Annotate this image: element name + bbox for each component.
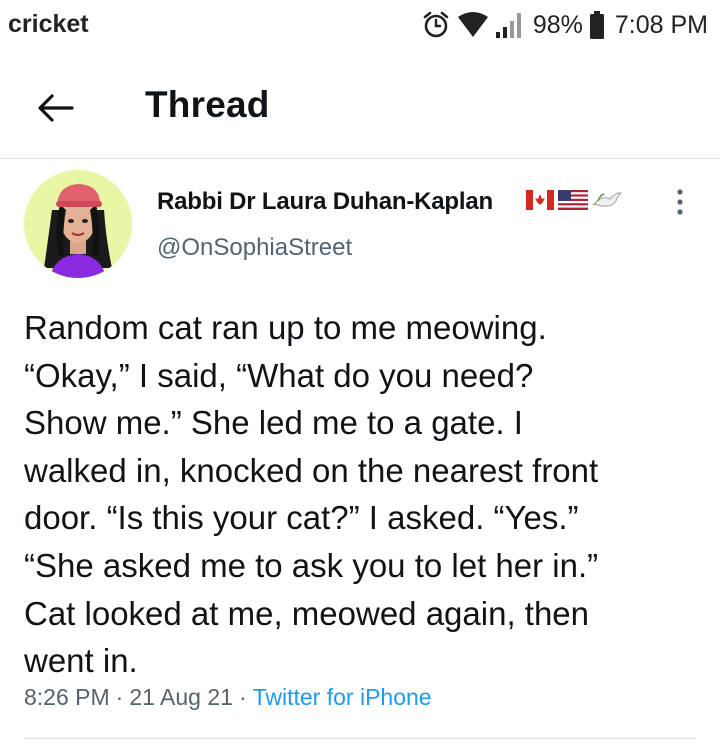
author-name[interactable]: Rabbi Dr Laura Duhan-Kaplan (157, 188, 493, 216)
dove-icon (592, 189, 623, 216)
signal-icon (495, 10, 525, 40)
tweet-text: Random cat ran up to me meowing. “Okay,”… (24, 309, 599, 680)
carrier-label: cricket (8, 10, 89, 38)
thread-header: Thread (0, 62, 720, 159)
canada-flag-icon (526, 189, 554, 215)
more-options-icon[interactable] (672, 188, 688, 218)
status-time: 7:08 PM (614, 10, 708, 39)
usa-flag-icon (558, 189, 588, 215)
author-handle[interactable]: @OnSophiaStreet (157, 234, 352, 262)
tweet-date: 21 Aug 21 (129, 684, 233, 710)
meta-separator: · (115, 684, 124, 710)
tweet-meta: 8:26 PM · 21 Aug 21 · Twitter for iPhone (24, 684, 432, 711)
status-bar: cricket 98% 7:08 PM (0, 0, 720, 50)
arrow-left-icon[interactable] (36, 88, 76, 128)
name-emojis (526, 189, 623, 216)
tweet-source-link[interactable]: Twitter for iPhone (253, 684, 432, 711)
status-icons: 98% 7:08 PM (421, 6, 708, 44)
alarm-icon (421, 10, 451, 40)
battery-icon (589, 10, 605, 40)
meta-separator: · (238, 684, 247, 710)
tweet-time: 8:26 PM (24, 684, 110, 710)
divider (24, 738, 696, 739)
wifi-icon (457, 11, 489, 39)
avatar[interactable] (24, 170, 132, 278)
page-title: Thread (145, 84, 270, 125)
battery-percentage: 98% (532, 10, 583, 39)
